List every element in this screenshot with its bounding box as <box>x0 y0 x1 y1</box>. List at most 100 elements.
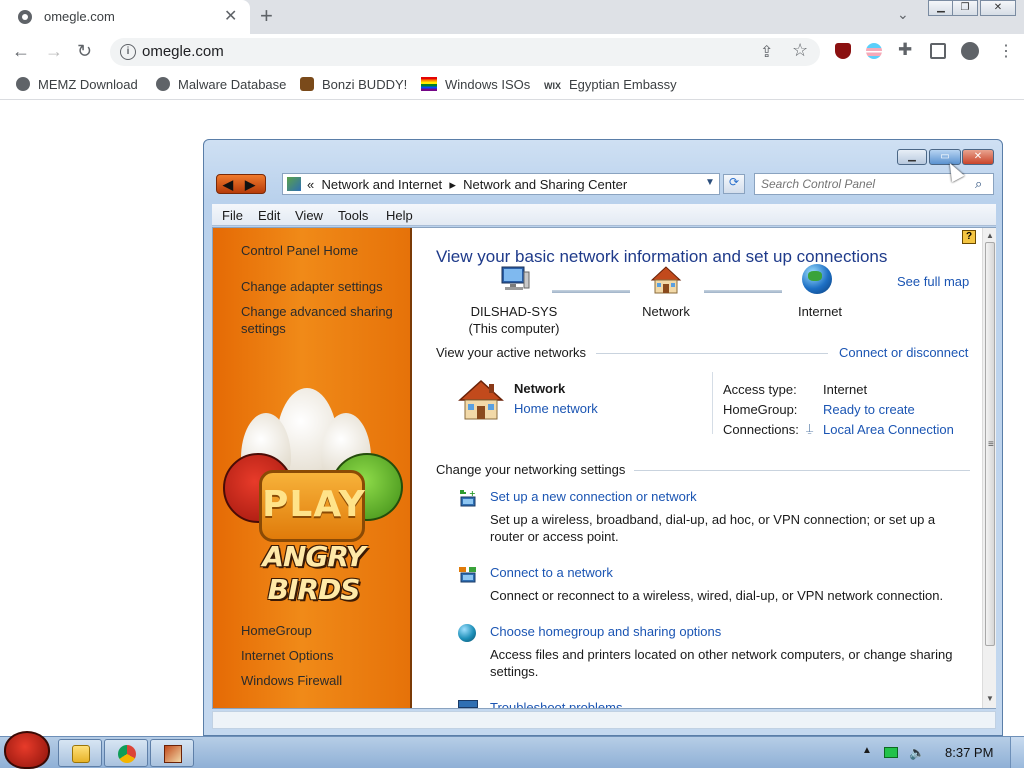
bookmark-windows-isos[interactable]: Windows ISOs <box>421 77 530 92</box>
info-icon[interactable]: i <box>120 44 136 60</box>
chevron-down-icon[interactable]: ⌄ <box>897 6 909 23</box>
map-node-internet[interactable]: Internet <box>780 303 860 320</box>
back-button[interactable]: ← <box>12 41 30 62</box>
active-networks-heading: View your active networks <box>436 345 587 360</box>
volume-icon[interactable]: 🔈 <box>909 745 925 761</box>
side-panel-icon[interactable] <box>930 43 946 59</box>
wix-icon: WIX <box>544 81 561 91</box>
back-forward-buttons[interactable]: ◀ ▶ <box>216 174 266 194</box>
active-network-name: Network <box>514 381 566 396</box>
explorer-address-bar[interactable]: « Network and Internet ▸ Network and Sha… <box>282 173 720 195</box>
link-change-adapter-settings[interactable]: Change adapter settings <box>241 278 383 295</box>
tab-omegle[interactable]: omegle.com ✕ <box>0 0 250 34</box>
divider <box>634 470 970 471</box>
bookmark-memz[interactable]: MEMZ Download <box>16 77 138 92</box>
window-content: Control Panel Home Change adapter settin… <box>212 227 996 709</box>
close-button[interactable]: ✕ <box>980 0 1016 16</box>
ublock-icon[interactable] <box>835 43 851 59</box>
computer-subtitle: (This computer) <box>468 321 560 336</box>
window-minimize-button[interactable]: ▁ <box>897 149 927 165</box>
back-arrow-icon[interactable]: ◀ <box>223 177 233 193</box>
map-node-computer[interactable]: DILSHAD-SYS (This computer) <box>454 303 574 337</box>
forward-arrow-icon[interactable]: ▶ <box>245 177 255 193</box>
taskbar-chrome[interactable] <box>104 739 148 767</box>
breadcrumb: « Network and Internet ▸ Network and Sha… <box>307 177 627 193</box>
menu-file[interactable]: File <box>222 208 243 223</box>
scroll-down-arrow-icon[interactable]: ▼ <box>986 694 994 703</box>
see-full-map-link[interactable]: See full map <box>897 274 969 289</box>
taskbar-network-center[interactable] <box>150 739 194 767</box>
forward-button[interactable]: → <box>45 41 63 62</box>
scroll-up-arrow-icon[interactable]: ▲ <box>986 231 994 240</box>
link-control-panel-home[interactable]: Control Panel Home <box>241 242 358 259</box>
menu-view[interactable]: View <box>295 208 323 223</box>
show-hidden-icons-icon[interactable]: ▲ <box>862 745 872 756</box>
access-type-value: Internet <box>823 382 868 397</box>
minimize-button[interactable]: ▁ <box>928 0 954 16</box>
restore-button[interactable]: ❐ <box>952 0 978 16</box>
bookmark-malware-database[interactable]: Malware Database <box>156 77 286 92</box>
house-icon <box>650 266 682 294</box>
troubleshoot-link[interactable]: Troubleshoot problems <box>490 700 622 708</box>
menu-edit[interactable]: Edit <box>258 208 280 223</box>
breadcrumb-sharing-center[interactable]: Network and Sharing Center <box>463 177 627 192</box>
share-icon[interactable]: ⇪ <box>760 42 773 62</box>
home-network-link[interactable]: Home network <box>514 401 598 416</box>
tab-title: omegle.com <box>44 9 115 24</box>
taskbar-explorer[interactable] <box>58 739 102 767</box>
bookmarks-bar: MEMZ Download Malware Database Bonzi BUD… <box>0 70 1024 100</box>
new-tab-button[interactable]: + <box>260 3 273 29</box>
search-input[interactable] <box>761 177 961 191</box>
link-windows-firewall[interactable]: Windows Firewall <box>241 672 342 689</box>
play-button[interactable]: PLAY <box>259 470 365 542</box>
breadcrumb-separator[interactable]: ▸ <box>449 177 456 192</box>
connect-disconnect-link[interactable]: Connect or disconnect <box>839 345 968 360</box>
search-icon[interactable]: ⌕ <box>975 176 982 192</box>
angry-birds-ad[interactable]: PLAY ANGRY BIRDS <box>221 388 406 606</box>
connections-label: Connections: <box>723 422 799 437</box>
setup-new-connection-link[interactable]: Set up a new connection or network <box>490 489 697 504</box>
bookmark-star-icon[interactable]: ☆ <box>792 40 808 61</box>
globe-icon <box>802 264 832 294</box>
show-desktop-button[interactable] <box>1010 737 1024 768</box>
rainbow-flag-icon <box>421 77 437 91</box>
homegroup-sharing-desc: Access files and printers located on oth… <box>490 647 953 679</box>
bookmark-egyptian-embassy[interactable]: WIX Egyptian Embassy <box>544 77 677 92</box>
window-close-button[interactable]: ✕ <box>962 149 994 165</box>
help-icon[interactable]: ? <box>962 230 976 244</box>
vertical-scrollbar[interactable]: ▲ ≡ ▼ <box>982 228 996 708</box>
connect-to-network-link[interactable]: Connect to a network <box>490 565 613 580</box>
battery-icon[interactable] <box>884 747 898 758</box>
start-button[interactable] <box>4 731 50 769</box>
menu-bar: File Edit View Tools Help <box>212 204 996 226</box>
dropdown-arrow-icon[interactable]: ▼ <box>705 177 715 188</box>
refresh-button[interactable]: ⟳ <box>723 174 745 194</box>
local-area-connection-link[interactable]: Local Area Connection <box>823 422 954 437</box>
url-text[interactable]: omegle.com <box>142 43 224 60</box>
address-bar[interactable]: i omegle.com ⇪ ☆ <box>110 38 820 66</box>
bookmark-bonzi-buddy[interactable]: Bonzi BUDDY! <box>300 77 407 92</box>
extension-flag-icon[interactable] <box>866 43 882 59</box>
reload-button[interactable]: ↻ <box>77 41 92 62</box>
clock[interactable]: 8:37 PM <box>945 745 993 760</box>
homegroup-link[interactable]: Ready to create <box>823 402 915 417</box>
puzzle-icon[interactable]: ✚ <box>898 40 914 59</box>
breadcrumb-overflow[interactable]: « <box>307 177 314 192</box>
connect-to-network-desc: Connect or reconnect to a wireless, wire… <box>490 588 944 603</box>
status-bar <box>212 711 996 729</box>
homegroup-sharing-link[interactable]: Choose homegroup and sharing options <box>490 624 721 639</box>
scroll-thumb[interactable]: ≡ <box>985 242 995 646</box>
close-icon[interactable]: ✕ <box>224 6 237 26</box>
folder-icon <box>72 745 90 763</box>
map-node-network[interactable]: Network <box>626 303 706 320</box>
link-internet-options[interactable]: Internet Options <box>241 647 334 664</box>
menu-dots-icon[interactable]: ⋮ <box>998 41 1014 60</box>
menu-tools[interactable]: Tools <box>338 208 368 223</box>
link-homegroup[interactable]: HomeGroup <box>241 622 312 639</box>
breadcrumb-network-internet[interactable]: Network and Internet <box>321 177 442 192</box>
troubleshoot-icon <box>458 700 478 708</box>
globe-icon <box>18 10 32 24</box>
link-change-advanced-sharing[interactable]: Change advanced sharing settings <box>241 303 406 337</box>
menu-help[interactable]: Help <box>386 208 413 223</box>
profile-avatar-icon[interactable] <box>961 42 979 60</box>
